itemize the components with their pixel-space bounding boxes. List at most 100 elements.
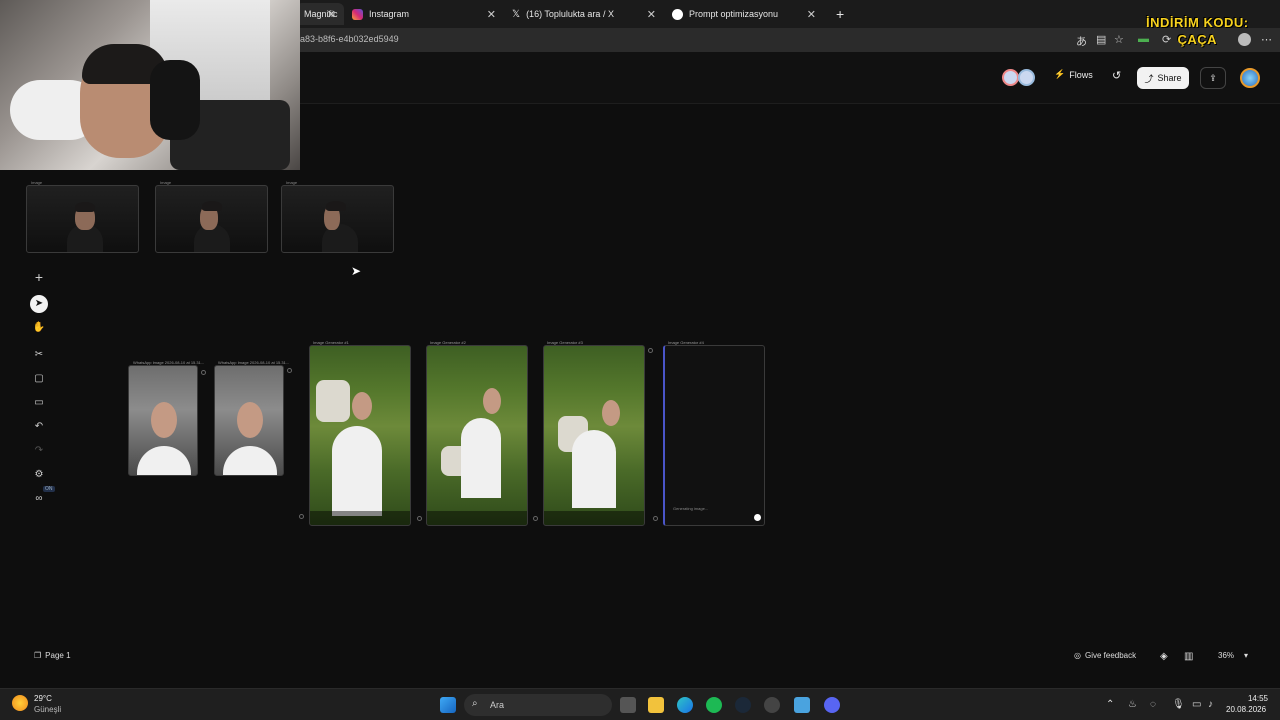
output-port[interactable]	[201, 370, 206, 375]
run-button[interactable]	[754, 514, 761, 521]
url-text[interactable]: a83-b8f6-e4b032ed5949	[300, 34, 399, 44]
export-button[interactable]: ⇪	[1200, 67, 1226, 89]
image-generator-node[interactable]	[426, 345, 528, 526]
image-node[interactable]	[281, 185, 394, 253]
image-node[interactable]	[155, 185, 268, 253]
share-button[interactable]: ⤴ Share	[1137, 67, 1189, 89]
prompt-caption	[544, 511, 644, 525]
close-tab-icon[interactable]: ✕	[807, 8, 816, 21]
flows-label: Flows	[1069, 69, 1093, 80]
input-image-node[interactable]	[128, 365, 198, 476]
tab-x[interactable]: 𝕏 (16) Toplulukta ara / X ✕	[504, 3, 664, 25]
volume-icon[interactable]: ♪	[1208, 699, 1213, 710]
promo-line-1: İNDİRİM KODU:	[1146, 15, 1249, 30]
file-explorer-icon[interactable]	[648, 697, 664, 713]
tab-label: Instagram	[369, 9, 410, 19]
notepad-icon[interactable]	[794, 697, 810, 713]
reader-icon[interactable]: ▤	[1096, 33, 1106, 46]
network-icon[interactable]: ◌	[1150, 699, 1156, 710]
microphone-icon[interactable]: 🎙	[1172, 699, 1185, 710]
infinity-icon[interactable]: ∞	[30, 490, 48, 508]
on-badge: ON	[43, 486, 55, 492]
x-icon: 𝕏	[512, 8, 521, 20]
select-tool-icon[interactable]: ➤	[30, 295, 48, 313]
promo-overlay: İNDİRİM KODU: ÇAÇA	[1146, 14, 1249, 48]
edge-icon[interactable]	[677, 697, 693, 713]
layers-icon[interactable]: ◈	[1160, 651, 1168, 662]
app-icon[interactable]	[764, 697, 780, 713]
input-image-node[interactable]	[214, 365, 284, 476]
chevron-down-icon: ▾	[1244, 651, 1249, 660]
add-icon[interactable]: +	[30, 268, 48, 286]
image-generator-node[interactable]	[543, 345, 645, 526]
weather-icon[interactable]	[12, 695, 28, 711]
zoom-control[interactable]: 36% ▾	[1218, 651, 1248, 660]
new-tab-button[interactable]: +	[828, 3, 848, 25]
chatgpt-icon	[672, 8, 683, 20]
clock-time: 14:55	[1247, 694, 1268, 703]
close-tab-icon[interactable]: ✕	[487, 8, 496, 21]
windows-start-icon[interactable]	[440, 697, 456, 713]
bolt-icon: ⚡	[1054, 69, 1066, 79]
scissors-icon[interactable]: ✂	[30, 346, 48, 364]
left-toolbar: + ➤ ✋ ✂ ▢ ▭ ↶ ↷ ⚙ ∞	[26, 264, 52, 514]
input-port[interactable]	[299, 514, 304, 519]
undo-icon[interactable]: ↶	[30, 418, 48, 436]
promo-line-2: ÇAÇA	[1177, 32, 1218, 47]
comment-icon[interactable]: ▭	[30, 394, 48, 412]
tray-chevron-icon[interactable]: ⌃	[1106, 699, 1114, 710]
collaborator-avatar[interactable]	[1018, 69, 1035, 86]
steam-icon[interactable]	[735, 697, 751, 713]
page-icon: ❐	[34, 651, 42, 660]
flows-button[interactable]: ⚡ Flows	[1054, 69, 1093, 80]
translate-icon[interactable]: あ	[1076, 33, 1087, 49]
steam-tray-icon[interactable]: ♨	[1128, 699, 1137, 710]
tab-instagram[interactable]: Instagram ✕	[344, 3, 504, 25]
port[interactable]	[417, 516, 422, 521]
export-icon: ⇪	[1209, 72, 1217, 83]
clock-date: 20.08.2026	[1226, 705, 1267, 714]
user-avatar[interactable]	[1240, 68, 1260, 88]
settings-icon[interactable]: ⚙	[30, 466, 48, 484]
weather-temp: 29°C	[34, 694, 52, 703]
share-label: Share	[1157, 73, 1182, 83]
tab-chatgpt[interactable]: Prompt optimizasyonu ✕	[664, 3, 824, 25]
task-view-icon[interactable]	[620, 697, 636, 713]
search-placeholder: Ara	[490, 700, 505, 710]
feedback-label: Give feedback	[1084, 651, 1137, 660]
webcam-overlay	[0, 0, 300, 170]
spotify-icon[interactable]	[706, 697, 722, 713]
more-icon[interactable]: ⋯	[1261, 33, 1272, 46]
instagram-icon	[352, 8, 363, 20]
redo-icon[interactable]: ↷	[30, 442, 48, 460]
port[interactable]	[653, 516, 658, 521]
collaborator-avatar[interactable]	[1002, 69, 1019, 86]
flow-canvas[interactable]: Image Image Image ➤ WhatsApp Image 2026-…	[0, 104, 1280, 684]
port[interactable]	[648, 348, 653, 353]
hand-tool-icon[interactable]: ✋	[30, 319, 48, 337]
discord-icon[interactable]	[824, 697, 840, 713]
taskbar-search[interactable]: ⌕ Ara	[464, 694, 612, 716]
close-tab-icon[interactable]: ✕	[647, 8, 656, 21]
tab-magnific[interactable]: Magnific ✕	[296, 3, 344, 25]
display-icon[interactable]: ▭	[1192, 699, 1201, 710]
image-node[interactable]	[26, 185, 139, 253]
image-generator-node[interactable]	[309, 345, 411, 526]
page-selector[interactable]: ❐ Page 1	[34, 651, 71, 660]
tab-label: Prompt optimizasyonu	[689, 9, 779, 19]
feedback-icon: ◎	[1074, 651, 1081, 660]
feedback-button[interactable]: ◎ Give feedback	[1074, 651, 1136, 660]
history-icon[interactable]: ↺	[1112, 69, 1121, 82]
tab-label: (16) Toplulukta ara / X	[526, 9, 614, 19]
favorite-icon[interactable]: ☆	[1114, 33, 1124, 46]
generating-status: Generating image...	[673, 506, 709, 511]
output-port[interactable]	[287, 368, 292, 373]
close-tab-icon[interactable]: ✕	[327, 8, 336, 21]
map-icon[interactable]: ▥	[1184, 651, 1193, 662]
port[interactable]	[533, 516, 538, 521]
page-label: Page 1	[45, 651, 71, 660]
search-icon: ⌕	[472, 698, 478, 709]
prompt-caption	[427, 511, 527, 525]
frame-tool-icon[interactable]: ▢	[30, 370, 48, 388]
image-generator-node[interactable]: Generating image...	[663, 345, 765, 526]
